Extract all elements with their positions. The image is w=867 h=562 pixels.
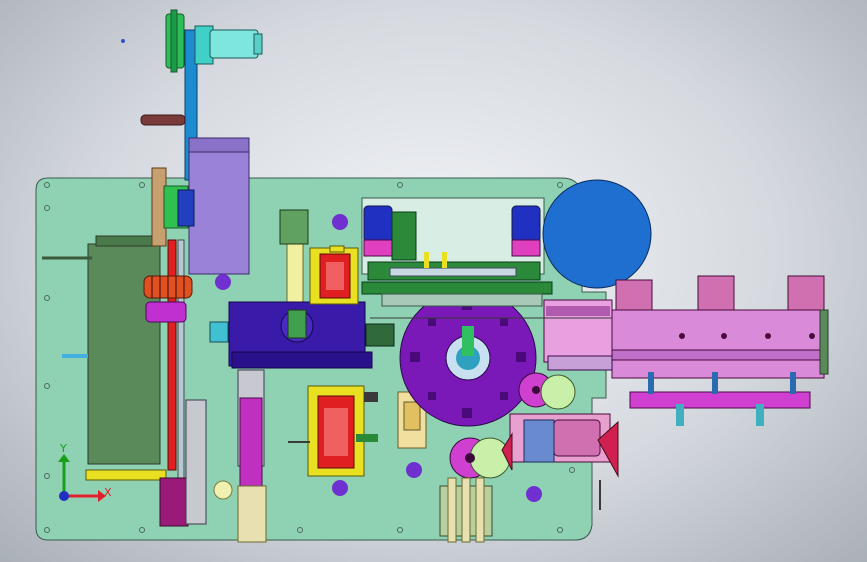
motor-box — [188, 137, 250, 275]
yellow-pin-b — [442, 252, 447, 268]
blue-block-lower — [523, 419, 555, 463]
red-shaft — [167, 239, 177, 471]
shaft-blue-block — [177, 189, 195, 227]
top-frame — [361, 197, 545, 281]
cyan-pin-left — [62, 354, 88, 358]
small-marker — [121, 39, 125, 43]
blue-disc — [542, 179, 652, 289]
left-slider — [185, 399, 207, 525]
indigo-block-insert — [287, 309, 307, 339]
pink-cylinder-core — [553, 419, 601, 457]
bottom-magenta-block — [159, 477, 189, 527]
purple-circle-right — [526, 486, 542, 502]
purple-dial — [399, 289, 537, 427]
cassette-top — [309, 245, 359, 305]
spool-pair-upper — [518, 372, 576, 410]
left-block-top — [95, 235, 157, 247]
spring-coil — [143, 275, 193, 299]
magenta-cylinder-left — [145, 301, 187, 323]
assembly-drawing: X Y — [35, 9, 829, 543]
small-green-block — [365, 323, 395, 347]
lever-arm — [140, 114, 186, 126]
bottom-pusher — [237, 485, 267, 543]
triad-x-label: X — [104, 486, 112, 499]
yellow-bracket-inner — [403, 401, 421, 431]
cross-rail-top — [381, 293, 543, 307]
bottom-block — [439, 477, 493, 543]
triad-y-label: Y — [59, 442, 67, 455]
yellow-bar — [85, 469, 167, 481]
yellow-pin-a — [424, 252, 429, 268]
spool-pair-lower — [449, 437, 511, 479]
small-cyan-block — [209, 321, 229, 343]
purple-circle-left — [215, 274, 231, 290]
triad-z-axis — [59, 491, 69, 501]
motor-box-top — [188, 137, 250, 153]
cad-viewport[interactable]: X Y — [0, 0, 867, 562]
purple-circle-top — [332, 214, 348, 230]
magenta-arm — [239, 397, 263, 489]
purple-circle-bottom — [332, 480, 348, 496]
top-cylinder-end — [253, 33, 263, 55]
purple-circle-mid — [406, 462, 422, 478]
feed-strip — [547, 355, 613, 371]
cross-rail — [361, 281, 553, 295]
yellow-cylinder-cap — [279, 209, 309, 245]
pale-circle — [213, 480, 233, 500]
top-pulley-flange — [170, 9, 178, 73]
top-cylinder — [209, 29, 259, 59]
indigo-block-lower — [231, 351, 373, 369]
